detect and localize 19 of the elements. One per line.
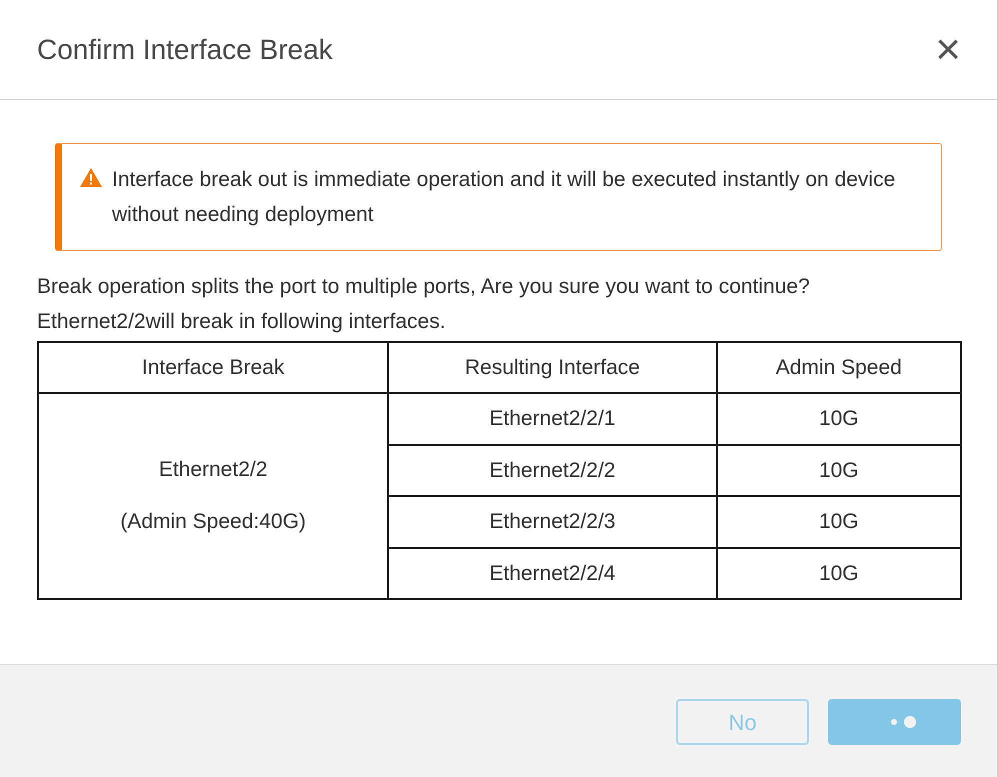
- column-header: Resulting Interface: [388, 342, 717, 393]
- table-cell: Ethernet2/2/2: [388, 444, 717, 496]
- table-cell: 10G: [716, 393, 961, 444]
- warning-icon: [80, 168, 102, 187]
- table-cell: Ethernet2/2/1: [388, 393, 717, 444]
- column-header: Interface Break: [38, 342, 388, 393]
- table-cell: 10G: [716, 444, 961, 496]
- message-text: Ethernet2/2will break in following interfaces.: [37, 309, 447, 335]
- table-cell: 10G: [716, 548, 961, 599]
- table-cell: 10G: [716, 496, 961, 548]
- dialog-title: Confirm Interface Break: [37, 32, 333, 66]
- source-interface-text: (Admin Speed:40G): [120, 509, 306, 535]
- message-text: Break operation splits the port to multiple ports, Are you sure you want to continue?: [37, 274, 811, 300]
- table-cell: Ethernet2/2/4: [388, 548, 717, 599]
- table-cell: Ethernet2/2/3: [388, 496, 717, 548]
- column-header: Admin Speed: [716, 342, 961, 393]
- close-button[interactable]: ×: [931, 28, 965, 72]
- source-interface-text: Ethernet2/2: [158, 457, 268, 483]
- warning-text: Interface break out is immediate operation and it will be executed instantly on device without needing deployment: [112, 167, 896, 228]
